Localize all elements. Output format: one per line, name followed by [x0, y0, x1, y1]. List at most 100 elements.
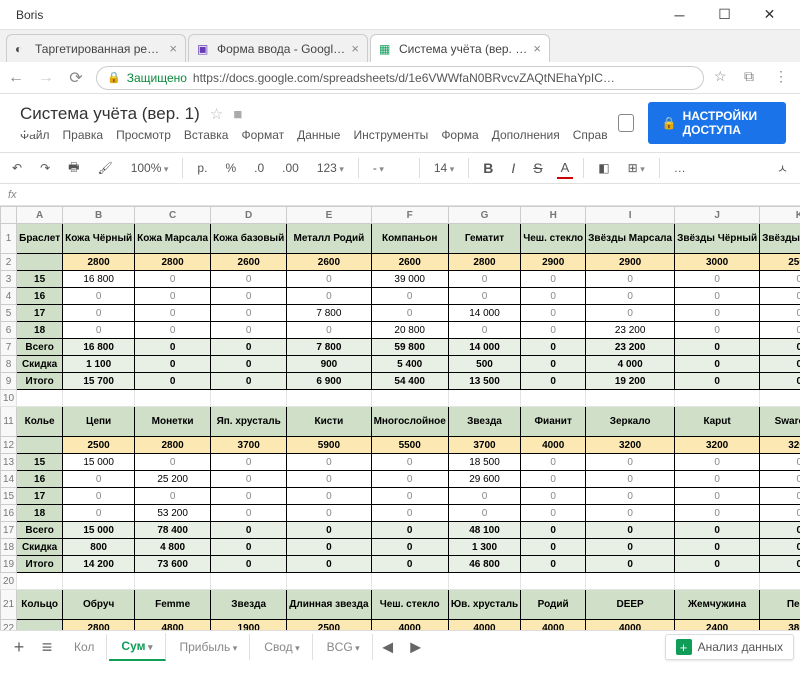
cell[interactable]: Кисти	[287, 407, 371, 437]
browser-tab[interactable]: ◐Таргетированная рекла…×	[6, 34, 186, 62]
cell[interactable]: 0	[760, 539, 800, 556]
cell[interactable]: 0	[760, 322, 800, 339]
cell[interactable]: 0	[521, 373, 586, 390]
cell[interactable]: 0	[287, 505, 371, 522]
cell[interactable]: Звёзды Марсала	[586, 224, 675, 254]
cell[interactable]: Юв. хрусталь	[448, 590, 520, 620]
menu-edit[interactable]: Правка	[63, 128, 104, 142]
cell[interactable]: 0	[63, 288, 135, 305]
cell[interactable]: 0	[135, 322, 211, 339]
cell[interactable]: 5900	[287, 437, 371, 454]
cell[interactable]: 19 200	[586, 373, 675, 390]
cell[interactable]: Браслет	[17, 224, 63, 254]
redo-button[interactable]: ↷	[36, 159, 54, 177]
cell[interactable]: 0	[448, 271, 520, 288]
col-header[interactable]: H	[521, 207, 586, 224]
cell[interactable]: 0	[586, 522, 675, 539]
cell[interactable]: 15 000	[63, 454, 135, 471]
cell[interactable]	[521, 573, 586, 590]
row-header[interactable]: 6	[1, 322, 17, 339]
cell[interactable]: Металл Родий	[287, 224, 371, 254]
cell[interactable]: 16 800	[63, 339, 135, 356]
menu-help[interactable]: Справ	[573, 128, 608, 142]
cell[interactable]: Звёзды Чёрный	[675, 224, 760, 254]
cell[interactable]: DEEP	[586, 590, 675, 620]
cell[interactable]: 0	[675, 373, 760, 390]
cell[interactable]: Чеш. стекло	[371, 590, 448, 620]
cell[interactable]: 16	[17, 471, 63, 488]
cell[interactable]: 15 000	[63, 522, 135, 539]
cell[interactable]: 0	[448, 505, 520, 522]
cell[interactable]: Длинная звезда	[287, 590, 371, 620]
col-header[interactable]: D	[211, 207, 287, 224]
cell[interactable]: 0	[521, 539, 586, 556]
cell[interactable]	[17, 390, 63, 407]
cell[interactable]: 2800	[63, 620, 135, 631]
cell[interactable]: 3200	[760, 437, 800, 454]
cell[interactable]: 0	[675, 288, 760, 305]
cell[interactable]: 3700	[211, 437, 287, 454]
cell[interactable]: 18 500	[448, 454, 520, 471]
sheet-scroll-left[interactable]: ◄	[375, 634, 401, 660]
row-header[interactable]: 18	[1, 539, 17, 556]
sheet-tab[interactable]: Свод	[252, 634, 312, 660]
browser-tab[interactable]: ▦Система учёта (вер. 1) - …×	[370, 34, 550, 62]
cell[interactable]: Swarovski	[760, 407, 800, 437]
cell[interactable]: 0	[211, 339, 287, 356]
cell[interactable]	[135, 390, 211, 407]
cell[interactable]: 0	[586, 454, 675, 471]
cell[interactable]: 1 100	[63, 356, 135, 373]
cell[interactable]: 0	[371, 522, 448, 539]
cell[interactable]: 20 800	[371, 322, 448, 339]
cell[interactable]: 0	[760, 356, 800, 373]
cell[interactable]	[760, 573, 800, 590]
back-button[interactable]: ←	[6, 68, 26, 88]
cell[interactable]: Монетки	[135, 407, 211, 437]
cell[interactable]: Скидка	[17, 539, 63, 556]
cell[interactable]: 0	[63, 505, 135, 522]
cell[interactable]: 54 400	[371, 373, 448, 390]
cell[interactable]: 78 400	[135, 522, 211, 539]
cell[interactable]: 23 200	[586, 322, 675, 339]
cell[interactable]: 4 800	[135, 539, 211, 556]
cell[interactable]: 0	[287, 522, 371, 539]
cell[interactable]: 0	[675, 539, 760, 556]
strike-button[interactable]: S	[529, 158, 546, 178]
cell[interactable]: 0	[135, 356, 211, 373]
cell[interactable]: 0	[211, 522, 287, 539]
cell[interactable]: 0	[211, 288, 287, 305]
cell[interactable]: 0	[287, 322, 371, 339]
cell[interactable]: 0	[586, 488, 675, 505]
cell[interactable]: 0	[371, 288, 448, 305]
cell[interactable]: 2400	[675, 620, 760, 631]
cell[interactable]: 0	[675, 454, 760, 471]
sheet-body[interactable]: ABCDEFGHIJKL1БраслетКожа ЧёрныйКожа Марс…	[0, 206, 800, 630]
row-header[interactable]: 7	[1, 339, 17, 356]
cell[interactable]: 0	[63, 322, 135, 339]
cell[interactable]: 0	[521, 488, 586, 505]
paint-format-button[interactable]: 🖌	[93, 159, 116, 177]
cell[interactable]: 4000	[586, 620, 675, 631]
url-input[interactable]: 🔒 Защищено https://docs.google.com/sprea…	[96, 66, 704, 90]
menu-tools[interactable]: Инструменты	[353, 128, 428, 142]
cell[interactable]: 500	[448, 356, 520, 373]
cell[interactable]: 0	[675, 505, 760, 522]
cell[interactable]: 0	[760, 373, 800, 390]
cell[interactable]: 3200	[675, 437, 760, 454]
cell[interactable]: Жемчужина	[675, 590, 760, 620]
borders-button[interactable]: ⊞	[624, 159, 649, 177]
cell[interactable]: Гематит	[448, 224, 520, 254]
cell[interactable]	[17, 254, 63, 271]
cell[interactable]: 0	[521, 556, 586, 573]
cell[interactable]: 3200	[586, 437, 675, 454]
cell[interactable]: 0	[448, 488, 520, 505]
cell[interactable]: 0	[521, 522, 586, 539]
cell[interactable]: 0	[371, 488, 448, 505]
maximize-button[interactable]: ☐	[702, 0, 747, 29]
cell[interactable]: 0	[63, 488, 135, 505]
cell[interactable]: 0	[448, 288, 520, 305]
cell[interactable]: 0	[211, 454, 287, 471]
col-header[interactable]: J	[675, 207, 760, 224]
cell[interactable]: Чеш. стекло	[521, 224, 586, 254]
cell[interactable]: 2800	[63, 254, 135, 271]
